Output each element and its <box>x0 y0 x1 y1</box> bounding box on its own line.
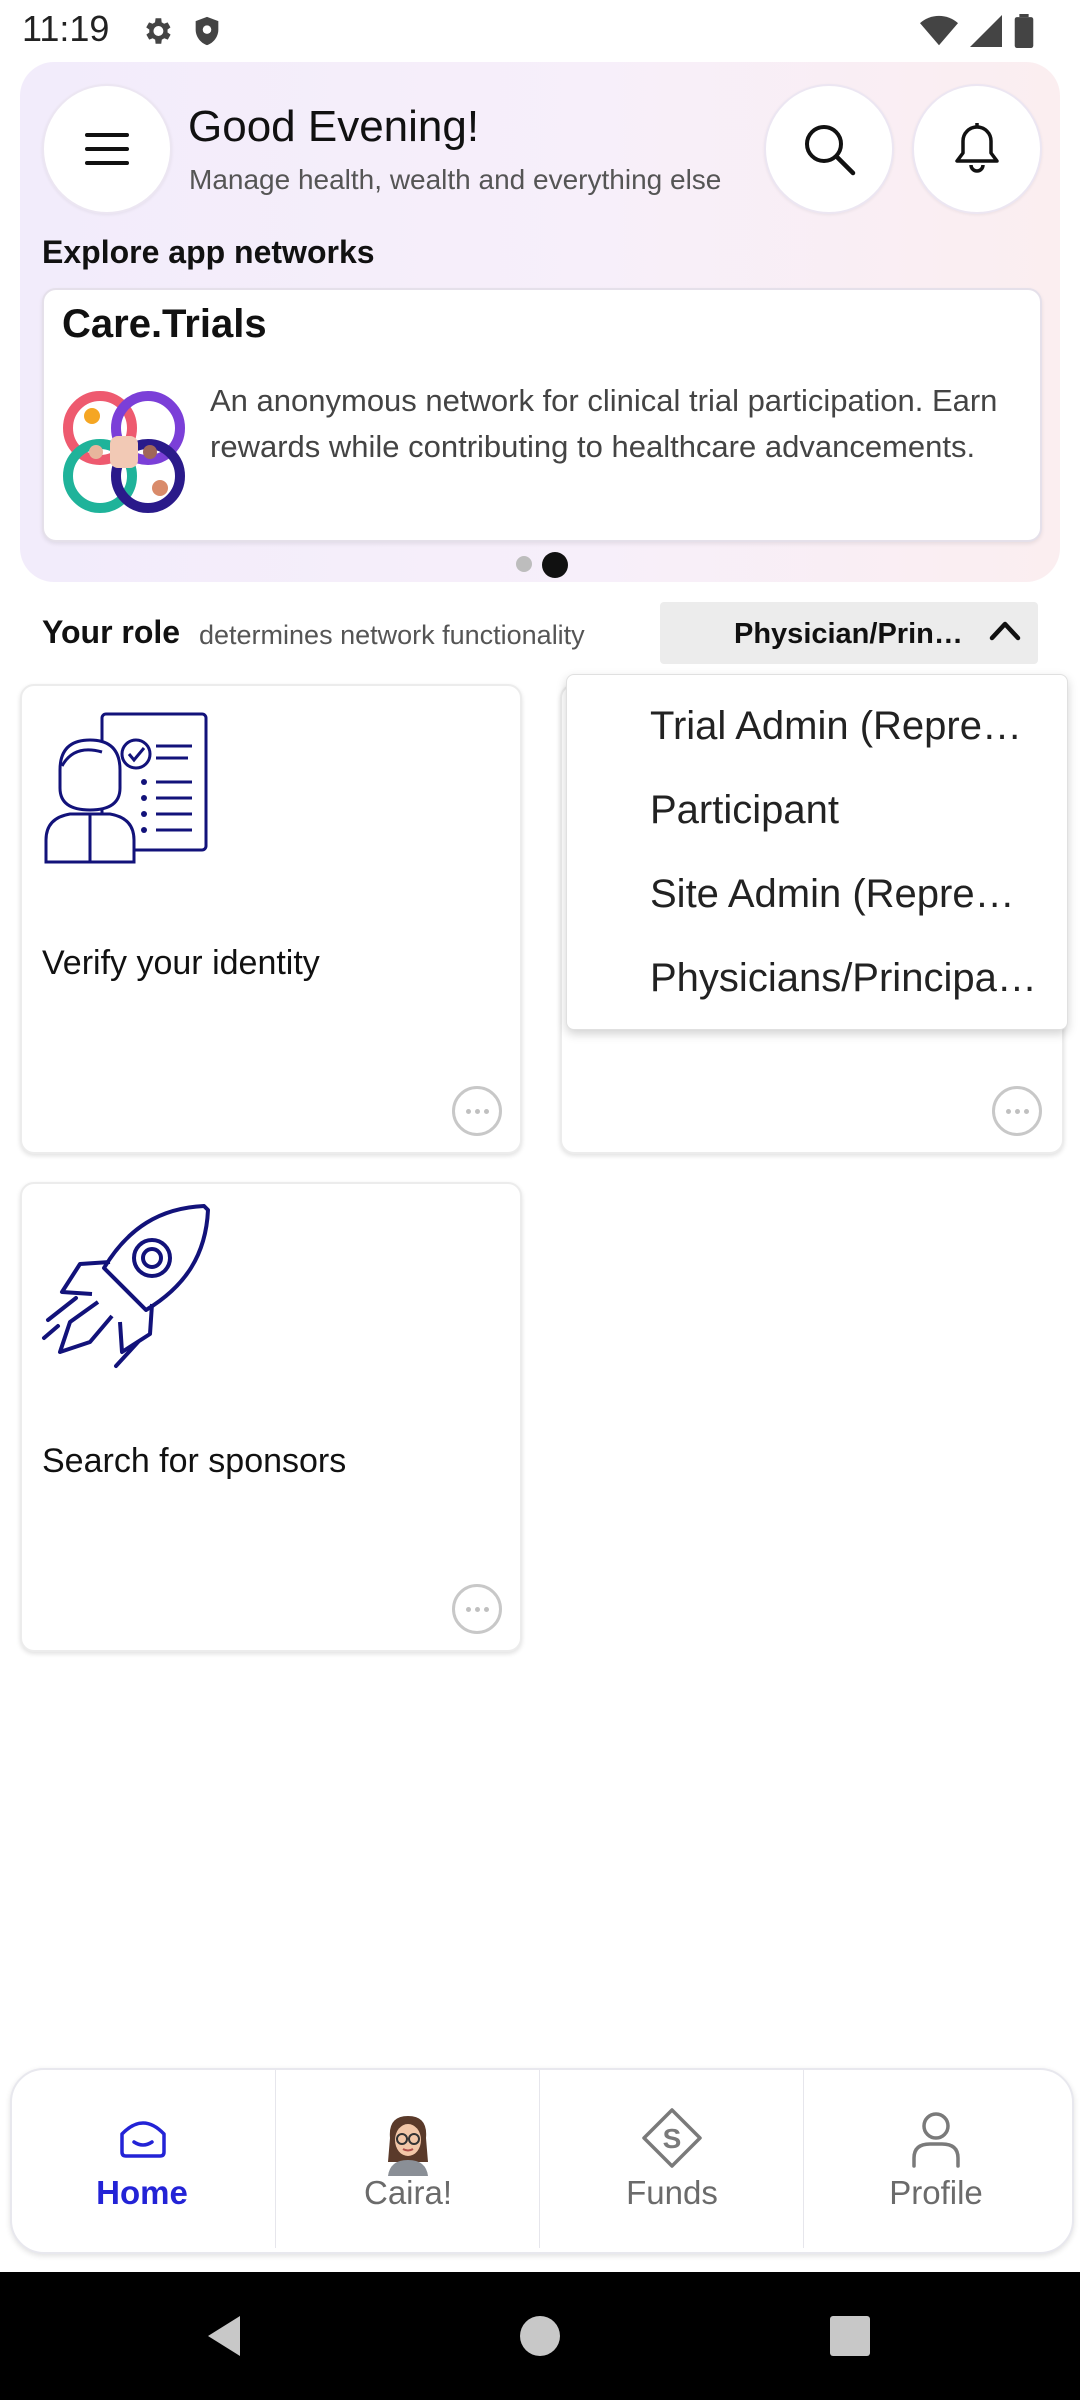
nav-item-profile[interactable]: Profile <box>804 2070 1068 2246</box>
notifications-button[interactable] <box>912 84 1042 214</box>
greeting-title: Good Evening! <box>188 102 480 151</box>
carousel-dot-1[interactable] <box>516 556 532 572</box>
search-button[interactable] <box>764 84 894 214</box>
role-label: Your role <box>42 614 181 650</box>
status-left-icons <box>140 14 224 48</box>
nav-label-home: Home <box>96 2174 188 2211</box>
more-options-button[interactable] <box>992 1086 1042 1136</box>
funds-icon: S <box>642 2108 702 2168</box>
wifi-icon <box>920 15 958 46</box>
signal-icon <box>970 15 1002 47</box>
more-options-button[interactable] <box>452 1086 502 1136</box>
role-option-trial-admin[interactable]: Trial Admin (Repre… <box>650 704 1022 749</box>
rocket-icon <box>42 1204 210 1368</box>
svg-text:S: S <box>663 2123 682 2154</box>
nav-item-funds[interactable]: S Funds <box>540 2070 804 2246</box>
role-description: determines network functionality <box>199 620 585 650</box>
shield-icon <box>195 16 219 46</box>
menu-button[interactable] <box>42 84 172 214</box>
tile-label: Search for sponsors <box>42 1442 347 1480</box>
care-trials-logo-icon <box>63 391 185 513</box>
gear-icon <box>146 18 171 44</box>
avatar-icon <box>388 2116 428 2176</box>
home-system-button[interactable] <box>520 2316 560 2356</box>
carousel-dot-2-active[interactable] <box>542 552 568 578</box>
home-icon <box>120 2121 166 2158</box>
status-right-icons <box>920 14 1034 48</box>
role-option-physician[interactable]: Physicians/Principa… <box>650 956 1037 1001</box>
menu-icon <box>85 133 129 165</box>
back-icon[interactable] <box>204 2314 244 2358</box>
tile-label: Verify your identity <box>42 944 320 982</box>
network-card-description: An anonymous network for clinical trial … <box>210 383 998 464</box>
nav-item-home[interactable]: Home <box>10 2070 274 2246</box>
nav-label-caira: Caira! <box>363 2174 453 2211</box>
role-option-site-admin[interactable]: Site Admin (Repre… <box>650 872 1015 917</box>
battery-icon <box>1014 14 1034 48</box>
explore-networks-label: Explore app networks <box>42 234 375 270</box>
nav-label-funds: Funds <box>626 2174 718 2211</box>
chevron-up-icon <box>989 621 1021 641</box>
more-options-button[interactable] <box>452 1584 502 1634</box>
nav-item-caira[interactable]: Caira! <box>276 2070 540 2246</box>
role-option-participant[interactable]: Participant <box>650 788 839 833</box>
profile-icon <box>912 2112 960 2168</box>
role-selected-value: Physician/Prin… <box>734 618 963 650</box>
greeting-subtitle: Manage health, wealth and everything els… <box>189 164 722 195</box>
bell-icon <box>955 123 999 173</box>
recents-button[interactable] <box>830 2316 870 2356</box>
nav-label-profile: Profile <box>889 2174 983 2211</box>
identity-checklist-icon <box>44 712 208 864</box>
status-time: 11:19 <box>22 8 110 49</box>
network-card-title: Care.Trials <box>62 302 267 346</box>
search-icon <box>805 125 856 176</box>
